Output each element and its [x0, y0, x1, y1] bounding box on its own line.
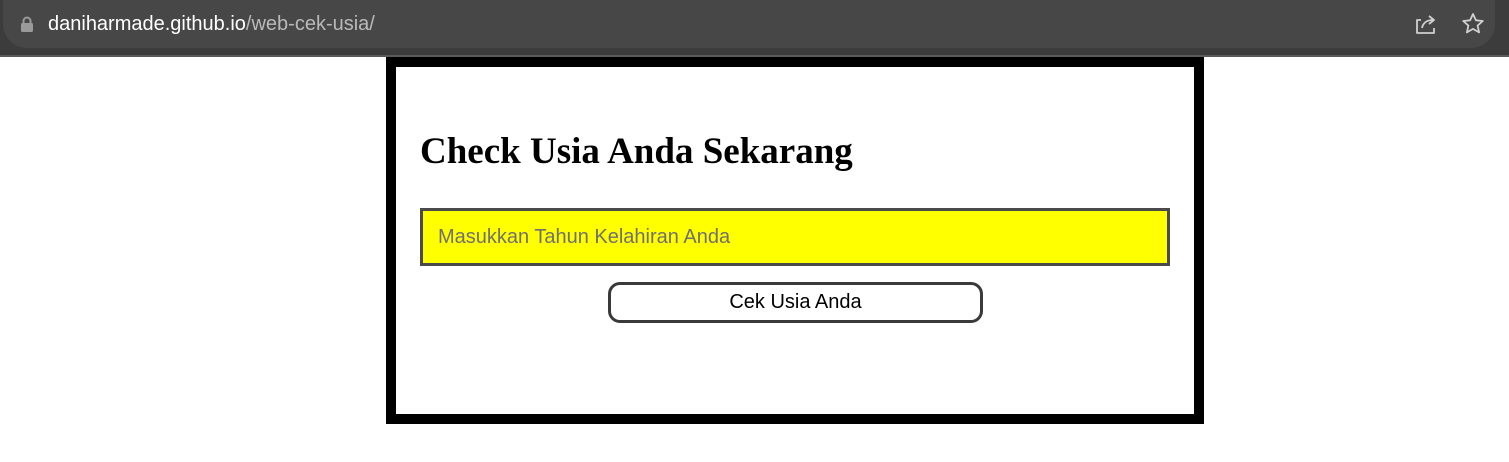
browser-toolbar: daniharmade.github.io/web-cek-usia/ — [0, 0, 1509, 55]
lock-icon[interactable] — [20, 16, 34, 32]
share-icon[interactable] — [1412, 11, 1438, 37]
age-check-card: Check Usia Anda Sekarang Cek Usia Anda — [386, 57, 1204, 424]
check-age-button[interactable]: Cek Usia Anda — [608, 282, 983, 323]
page-title: Check Usia Anda Sekarang — [420, 131, 853, 172]
url-text[interactable]: daniharmade.github.io/web-cek-usia/ — [48, 12, 375, 36]
address-bar[interactable]: daniharmade.github.io/web-cek-usia/ — [3, 0, 1495, 48]
birth-year-input[interactable] — [420, 208, 1170, 266]
star-icon[interactable] — [1460, 11, 1486, 37]
url-path: /web-cek-usia/ — [245, 13, 375, 35]
url-host: daniharmade.github.io — [48, 13, 246, 35]
